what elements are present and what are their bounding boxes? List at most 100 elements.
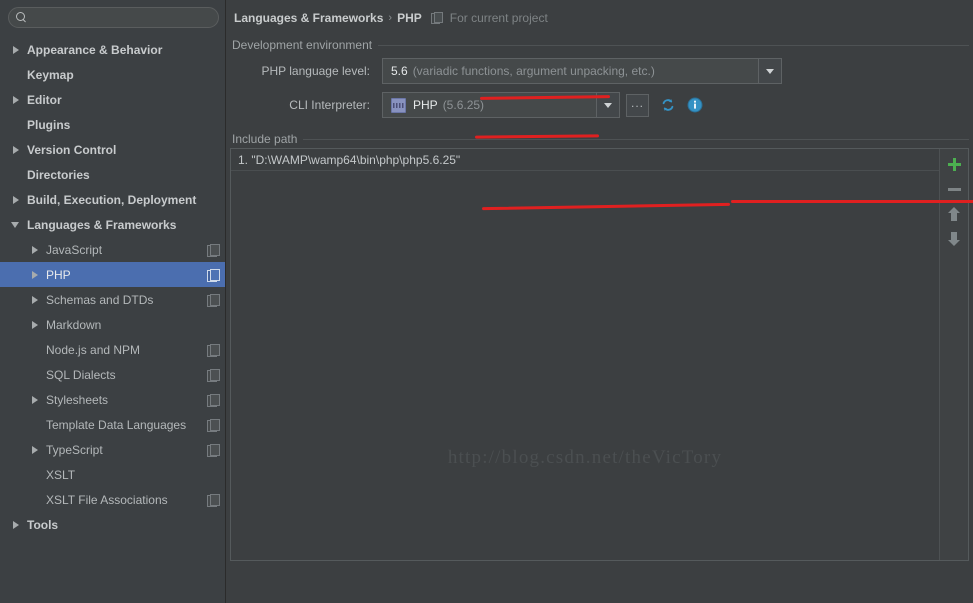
breadcrumb-separator: ›	[388, 12, 393, 24]
sidebar-item-javascript[interactable]: JavaScript	[0, 237, 225, 262]
sidebar-item-label: TypeScript	[46, 442, 103, 457]
sidebar-item-label: XSLT	[46, 467, 76, 482]
sidebar-item-xslt[interactable]: XSLT	[0, 462, 225, 487]
sidebar-item-typescript[interactable]: TypeScript	[0, 437, 225, 462]
php-language-level-value: 5.6 (variadic functions, argument unpack…	[383, 64, 758, 78]
chevron-right-icon[interactable]	[30, 319, 41, 330]
sidebar-item-label: Editor	[27, 92, 62, 107]
cli-interpreter-row: CLI Interpreter: PHP (5.6.25) ...	[230, 88, 969, 122]
sidebar-item-label: Keymap	[27, 67, 74, 82]
search-box[interactable]	[8, 7, 219, 28]
development-environment-label: Development environment	[232, 38, 373, 52]
remove-include-path-button[interactable]	[942, 178, 966, 200]
sidebar-item-label: Version Control	[27, 142, 117, 157]
sidebar-item-appearance-behavior[interactable]: Appearance & Behavior	[0, 37, 225, 62]
move-up-button[interactable]	[942, 203, 966, 225]
php-language-level-note: (variadic functions, argument unpacking,…	[412, 64, 655, 78]
sidebar-item-version-control[interactable]: Version Control	[0, 137, 225, 162]
cli-interpreter-combo[interactable]: PHP (5.6.25)	[382, 92, 620, 118]
sidebar-item-label: Build, Execution, Deployment	[27, 192, 197, 207]
sidebar-item-label: Tools	[27, 517, 59, 532]
info-icon[interactable]	[687, 97, 703, 113]
include-path-list-container: 1. "D:\WAMP\wamp64\bin\php\php5.6.25" ht…	[230, 148, 969, 561]
project-scope-icon	[430, 12, 443, 24]
group-divider	[303, 138, 969, 140]
development-environment-group: Development environment PHP language lev…	[230, 36, 969, 122]
php-icon	[391, 97, 406, 113]
sidebar-item-xslt-file-associations[interactable]: XSLT File Associations	[0, 487, 225, 512]
include-path-item[interactable]: 1. "D:\WAMP\wamp64\bin\php\php5.6.25"	[231, 149, 939, 171]
browse-interpreters-button[interactable]: ...	[626, 93, 649, 117]
cli-interpreter-value: PHP (5.6.25)	[383, 97, 596, 113]
breadcrumb-root[interactable]: Languages & Frameworks	[234, 11, 383, 25]
sidebar-item-keymap[interactable]: Keymap	[0, 62, 225, 87]
sidebar-item-plugins[interactable]: Plugins	[0, 112, 225, 137]
sidebar-item-sql-dialects[interactable]: SQL Dialects	[0, 362, 225, 387]
include-path-list[interactable]: 1. "D:\WAMP\wamp64\bin\php\php5.6.25" ht…	[231, 149, 939, 560]
php-language-level-row: PHP language level: 5.6 (variadic functi…	[230, 54, 969, 88]
settings-dialog: Appearance & Behavior Keymap Editor Plugins…	[0, 0, 973, 603]
chevron-right-icon[interactable]	[30, 394, 41, 405]
sidebar-item-directories[interactable]: Directories	[0, 162, 225, 187]
chevron-right-icon[interactable]	[11, 144, 22, 155]
search-input[interactable]	[33, 10, 210, 25]
move-down-button[interactable]	[942, 228, 966, 250]
sidebar-item-editor[interactable]: Editor	[0, 87, 225, 112]
sidebar-item-node-js-and-npm[interactable]: Node.js and NPM	[0, 337, 225, 362]
search-icon	[16, 11, 28, 24]
breadcrumb-leaf: PHP	[397, 11, 422, 25]
chevron-down-icon[interactable]	[758, 59, 781, 83]
settings-sidebar: Appearance & Behavior Keymap Editor Plugins…	[0, 0, 226, 603]
sidebar-item-build-execution-deployment[interactable]: Build, Execution, Deployment	[0, 187, 225, 212]
sidebar-item-label: XSLT File Associations	[46, 492, 168, 507]
project-scope-icon	[207, 368, 220, 382]
search-container	[0, 0, 225, 33]
include-path-title: Include path	[230, 130, 969, 148]
project-scope-icon	[207, 268, 220, 282]
php-language-level-label: PHP language level:	[261, 64, 370, 78]
sidebar-item-label: Plugins	[27, 117, 71, 132]
chevron-right-icon[interactable]	[11, 44, 22, 55]
chevron-right-icon[interactable]	[30, 244, 41, 255]
include-path-group: Include path	[230, 130, 969, 148]
settings-tree: Appearance & Behavior Keymap Editor Plugins…	[0, 33, 225, 537]
chevron-right-icon[interactable]	[30, 269, 41, 280]
sidebar-item-label: Template Data Languages	[46, 417, 187, 432]
php-language-level-combo[interactable]: 5.6 (variadic functions, argument unpack…	[382, 58, 782, 84]
refresh-icon[interactable]	[660, 97, 676, 113]
sidebar-item-template-data-languages[interactable]: Template Data Languages	[0, 412, 225, 437]
sidebar-item-languages-frameworks[interactable]: Languages & Frameworks	[0, 212, 225, 237]
project-scope-icon	[207, 418, 220, 432]
chevron-down-icon[interactable]	[11, 219, 22, 230]
php-language-level-version: 5.6	[391, 64, 408, 78]
development-environment-title: Development environment	[230, 36, 969, 54]
breadcrumb-scope-note: For current project	[449, 11, 548, 25]
project-scope-icon	[207, 343, 220, 357]
sidebar-item-schemas-and-dtds[interactable]: Schemas and DTDs	[0, 287, 225, 312]
sidebar-item-label: Schemas and DTDs	[46, 292, 154, 307]
group-divider	[378, 44, 969, 46]
sidebar-item-label: PHP	[46, 267, 71, 282]
chevron-down-icon[interactable]	[596, 93, 619, 117]
add-include-path-button[interactable]	[942, 153, 966, 175]
chevron-right-icon[interactable]	[11, 194, 22, 205]
project-scope-icon	[207, 293, 220, 307]
sidebar-item-label: SQL Dialects	[46, 367, 116, 382]
sidebar-item-stylesheets[interactable]: Stylesheets	[0, 387, 225, 412]
include-path-toolbar	[939, 149, 968, 560]
project-scope-icon	[207, 393, 220, 407]
chevron-right-icon[interactable]	[11, 94, 22, 105]
sidebar-item-label: Stylesheets	[46, 392, 109, 407]
sidebar-item-tools[interactable]: Tools	[0, 512, 225, 537]
sidebar-item-label: Languages & Frameworks	[27, 217, 177, 232]
chevron-right-icon[interactable]	[30, 294, 41, 305]
settings-content: Languages & Frameworks › PHP For current…	[226, 0, 973, 603]
chevron-right-icon[interactable]	[11, 519, 22, 530]
sidebar-item-php[interactable]: PHP	[0, 262, 225, 287]
chevron-right-icon[interactable]	[30, 444, 41, 455]
sidebar-item-label: Directories	[27, 167, 90, 182]
include-path-area: 1. "D:\WAMP\wamp64\bin\php\php5.6.25" ht…	[230, 148, 969, 561]
sidebar-item-markdown[interactable]: Markdown	[0, 312, 225, 337]
sidebar-item-label: Appearance & Behavior	[27, 42, 163, 57]
sidebar-item-label: Node.js and NPM	[46, 342, 141, 357]
